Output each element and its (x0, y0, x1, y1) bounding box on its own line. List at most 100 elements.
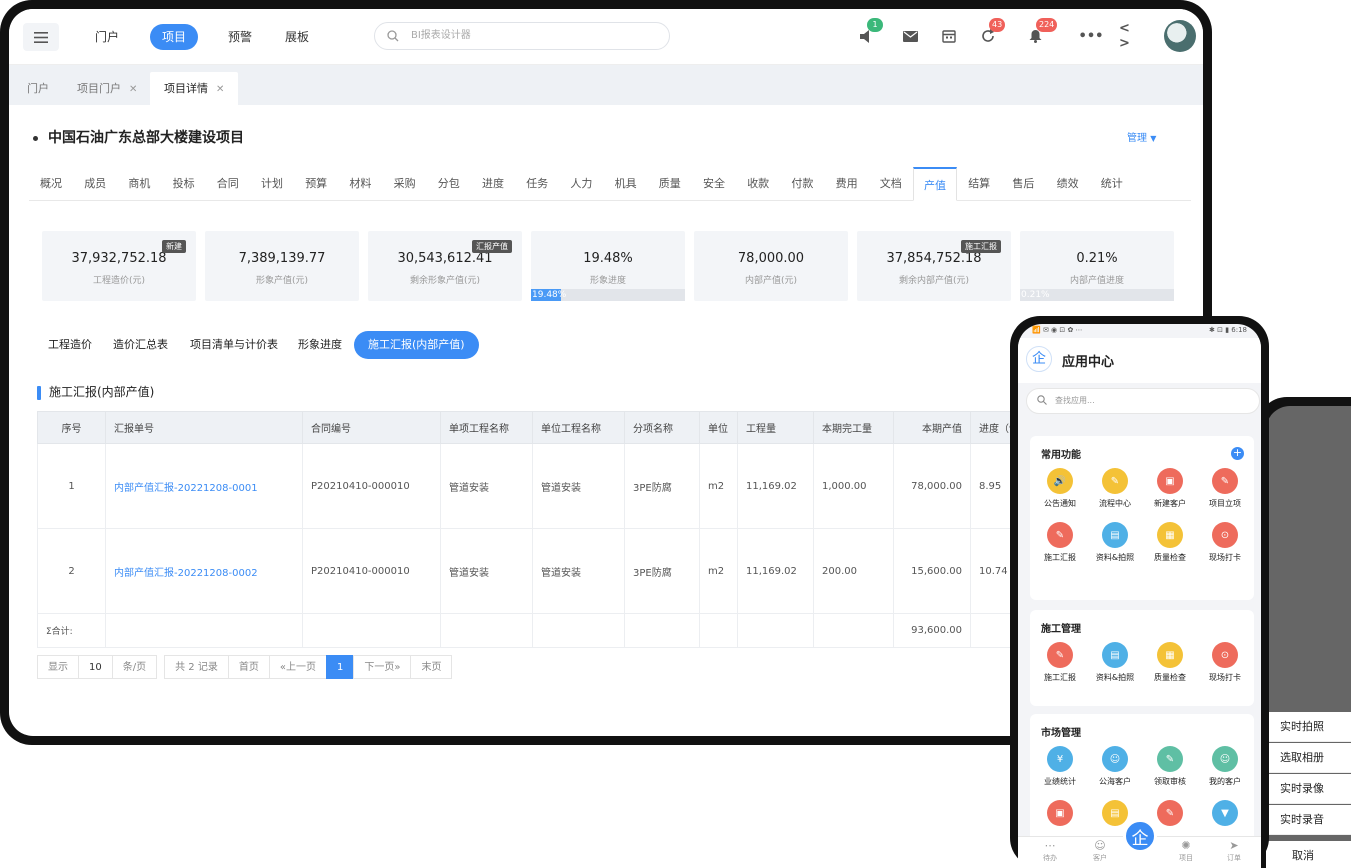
close-icon[interactable]: ✕ (129, 84, 137, 95)
app-item[interactable]: ▣ (1034, 800, 1086, 830)
bell-badge: 224 (1036, 18, 1058, 32)
app-item[interactable]: ✎ 项目立项 (1199, 468, 1251, 509)
add-app-icon[interactable]: + (1231, 447, 1244, 460)
speaker-icon[interactable]: 1 (855, 18, 883, 47)
app-search-input[interactable]: 查找应用... (1026, 388, 1260, 414)
table-cell: m2 (699, 528, 738, 614)
tab-project-detail[interactable]: 项目详情 ✕ (150, 72, 239, 105)
module-tab[interactable]: 预算 (294, 167, 338, 201)
app-item[interactable]: ▣ 新建客户 (1144, 468, 1196, 509)
module-tab[interactable]: 人力 (559, 167, 603, 201)
app-item[interactable]: ✎ 流程中心 (1089, 468, 1141, 509)
nav-portal[interactable]: 门户 (83, 24, 131, 50)
app-item[interactable]: 🔊 公告通知 (1034, 468, 1086, 509)
app-item[interactable]: ✎ 领取审核 (1144, 746, 1196, 787)
next-page-button[interactable]: 下一页» (353, 655, 412, 679)
module-tab[interactable]: 概况 (29, 167, 73, 201)
menu-icon[interactable] (23, 23, 59, 51)
app-item[interactable]: ▤ 资料&拍照 (1089, 642, 1141, 683)
module-tab[interactable]: 投标 (162, 167, 206, 201)
section-heading: 常用功能 (1041, 450, 1081, 461)
module-tab[interactable]: 质量 (648, 167, 692, 201)
record-audio-option[interactable]: 实时录音 (1266, 805, 1351, 835)
report-number-link[interactable]: 内部产值汇报-20221208-0002 (105, 528, 303, 614)
module-tab[interactable]: 进度 (471, 167, 515, 201)
app-item[interactable]: ¥ 业绩统计 (1034, 746, 1086, 787)
subtab-cost-summary[interactable]: 造价汇总表 (113, 331, 168, 359)
app-icon: ▤ (1102, 800, 1128, 826)
module-tab[interactable]: 文档 (869, 167, 913, 201)
nav-project[interactable]: 项目 (150, 24, 199, 50)
module-tab[interactable]: 绩效 (1046, 167, 1090, 201)
table-sum-row: Σ合计: 93,600.00 (37, 613, 1031, 648)
subtab-bill-pricing[interactable]: 项目清单与计价表 (190, 331, 278, 359)
prev-page-button[interactable]: «上一页 (268, 655, 327, 679)
nav-customer[interactable]: ☺ 客户 (1080, 839, 1120, 863)
module-tab[interactable]: 费用 (825, 167, 869, 201)
subtab-construction-report[interactable]: 施工汇报(内部产值) (354, 331, 479, 359)
record-video-option[interactable]: 实时录像 (1266, 774, 1351, 804)
more-icon[interactable]: ••• (1079, 25, 1104, 47)
app-item[interactable]: ☺ 公海客户 (1089, 746, 1141, 787)
tab-portal[interactable]: 门户 (13, 72, 63, 105)
nav-warning[interactable]: 预警 (216, 24, 264, 50)
subtab-image-progress[interactable]: 形象进度 (298, 331, 342, 359)
module-tab[interactable]: 合同 (206, 167, 250, 201)
module-tab[interactable]: 成员 (73, 167, 117, 201)
app-item[interactable]: ⊙ 现场打卡 (1199, 642, 1251, 683)
module-tab[interactable]: 材料 (338, 167, 382, 201)
module-tab[interactable]: 安全 (692, 167, 736, 201)
app-item[interactable]: ✎ 施工汇报 (1034, 642, 1086, 683)
module-tab[interactable]: 商机 (117, 167, 161, 201)
last-page-button[interactable]: 末页 (410, 655, 453, 679)
module-tab[interactable]: 采购 (383, 167, 427, 201)
take-photo-option[interactable]: 实时拍照 (1266, 712, 1351, 742)
stat-card: 19.48% 形象进度 19.48% (531, 231, 685, 301)
search-input[interactable]: BI报表设计器 (374, 22, 670, 50)
app-item[interactable]: ▼ (1199, 800, 1251, 830)
first-page-button[interactable]: 首页 (227, 655, 270, 679)
app-item[interactable]: ⊙ 现场打卡 (1199, 522, 1251, 563)
manage-dropdown[interactable]: 管理 ▼ (1127, 129, 1156, 144)
app-icon: ✎ (1102, 468, 1128, 494)
app-item[interactable]: ▦ 质量检查 (1144, 642, 1196, 683)
subtab-cost[interactable]: 工程造价 (48, 331, 92, 359)
app-item[interactable]: ✎ 施工汇报 (1034, 522, 1086, 563)
app-icon: ▼ (1212, 800, 1238, 826)
bell-icon[interactable]: 224 (1024, 18, 1058, 47)
module-tab[interactable]: 售后 (1001, 167, 1045, 201)
module-tab[interactable]: 产值 (913, 167, 957, 201)
app-item[interactable]: ▤ 资料&拍照 (1089, 522, 1141, 563)
mail-icon[interactable] (899, 25, 921, 47)
module-tab[interactable]: 计划 (250, 167, 294, 201)
nav-todo[interactable]: ⋯ 待办 (1030, 839, 1070, 863)
nav-board[interactable]: 展板 (273, 24, 321, 50)
close-icon[interactable]: ✕ (216, 84, 224, 95)
module-tab[interactable]: 付款 (780, 167, 824, 201)
home-fab-button[interactable]: 企 (1123, 819, 1157, 853)
nav-project[interactable]: ✺ 项目 (1166, 839, 1206, 863)
report-number-link[interactable]: 内部产值汇报-20221208-0001 (105, 443, 303, 529)
refresh-icon[interactable]: 43 (977, 18, 1006, 47)
table-row: 2 内部产值汇报-20221208-0002 P20210410-000010 管道安… (37, 528, 1031, 614)
page-1-button[interactable]: 1 (325, 655, 355, 679)
page-size-select[interactable]: 10 (78, 655, 113, 679)
app-item[interactable]: ☺ 我的客户 (1199, 746, 1251, 787)
module-tab[interactable]: 机具 (604, 167, 648, 201)
app-item[interactable]: ▦ 质量检查 (1144, 522, 1196, 563)
avatar[interactable] (1164, 20, 1196, 52)
cancel-button[interactable]: 取消 (1266, 841, 1351, 868)
module-tab[interactable]: 分包 (427, 167, 471, 201)
calendar-icon[interactable] (938, 25, 960, 47)
module-tab[interactable]: 统计 (1090, 167, 1134, 201)
stat-card: 78,000.00 内部产值(元) (694, 231, 848, 301)
table-cell: 78,000.00 (893, 443, 971, 529)
app-icon: ✎ (1157, 800, 1183, 826)
module-tab[interactable]: 结算 (957, 167, 1001, 201)
nav-order[interactable]: ➤ 订单 (1214, 839, 1254, 863)
tab-project-portal[interactable]: 项目门户 ✕ (63, 72, 151, 105)
module-tab[interactable]: 任务 (515, 167, 559, 201)
code-icon[interactable]: < > (1119, 21, 1141, 51)
module-tab[interactable]: 收款 (736, 167, 780, 201)
pick-album-option[interactable]: 选取相册 (1266, 743, 1351, 773)
